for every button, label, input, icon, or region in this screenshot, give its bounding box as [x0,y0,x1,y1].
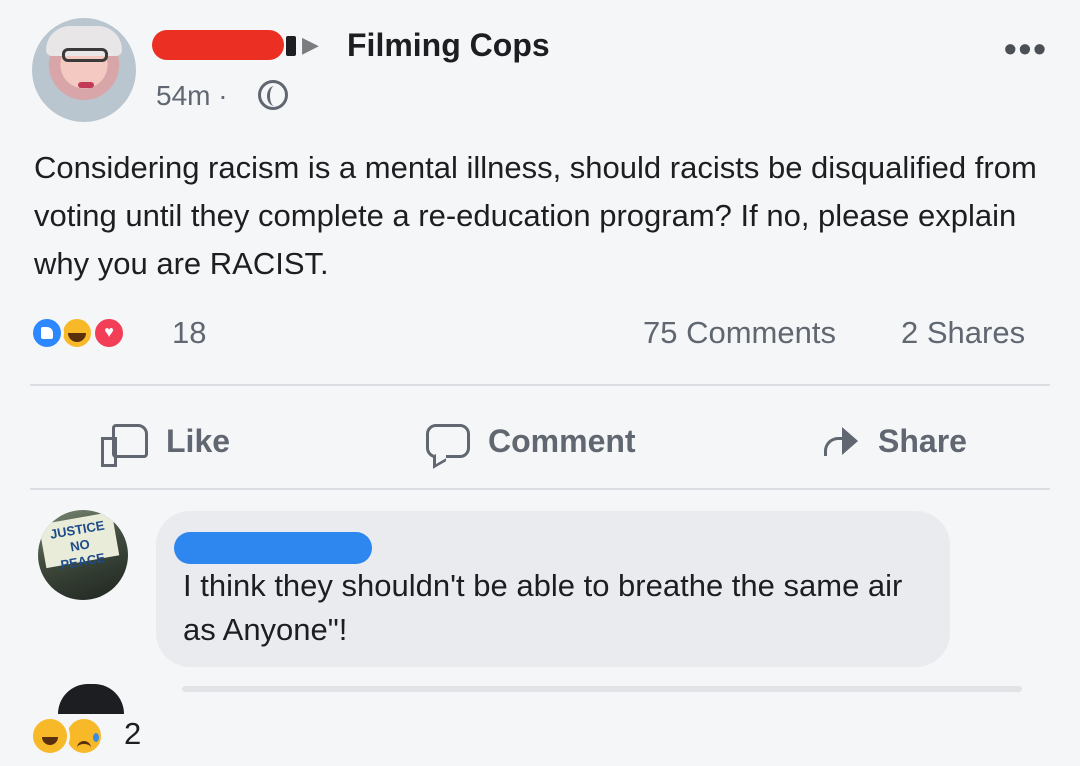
speech-bubble-icon [426,424,470,458]
share-arrow-icon [820,425,860,457]
reactions-count[interactable]: 18 [172,315,206,351]
poster-name-tail [286,36,296,56]
like-label: Like [166,422,231,459]
love-icon[interactable] [92,316,126,350]
globe-icon [258,80,288,110]
thumbs-up-icon [101,424,148,467]
right-arrow-icon: ▶ [302,32,319,57]
like-icon[interactable] [30,316,64,350]
avatar-lips [78,82,94,88]
comment-reactions-count[interactable]: 2 [124,716,141,752]
share-button[interactable]: Share [820,414,967,468]
sad-icon[interactable] [64,716,104,756]
like-button[interactable]: Like [101,414,231,468]
divider [30,384,1050,386]
post-timestamp[interactable]: 54m · [156,80,228,112]
divider [30,488,1050,490]
comment-button[interactable]: Comment [426,414,636,468]
next-comment-bubble [182,686,1022,692]
more-options-icon[interactable]: ••• [1004,28,1048,70]
share-label: Share [878,422,967,459]
post-text: Considering racism is a mental illness, … [34,150,1037,281]
poster-avatar[interactable] [32,18,136,122]
poster-name-redacted[interactable] [152,30,284,60]
comments-count[interactable]: 75 Comments [643,315,836,351]
haha-icon[interactable] [30,716,70,756]
comment-text: I think they shouldn't be able to breath… [183,568,903,647]
avatar-protest-sign: JUSTICE NO PEACE [38,511,120,572]
commenter-avatar[interactable]: JUSTICE NO PEACE [38,510,128,600]
facebook-post: ▶ Filming Cops 54m · ••• Considering rac… [0,0,1080,766]
group-name[interactable]: Filming Cops [347,27,550,64]
commenter-name-redacted[interactable] [174,532,372,564]
shares-count[interactable]: 2 Shares [901,315,1025,351]
avatar-glasses [62,48,108,62]
haha-icon[interactable] [60,316,94,350]
comment-label: Comment [488,422,636,459]
next-commenter-avatar[interactable] [58,684,124,714]
